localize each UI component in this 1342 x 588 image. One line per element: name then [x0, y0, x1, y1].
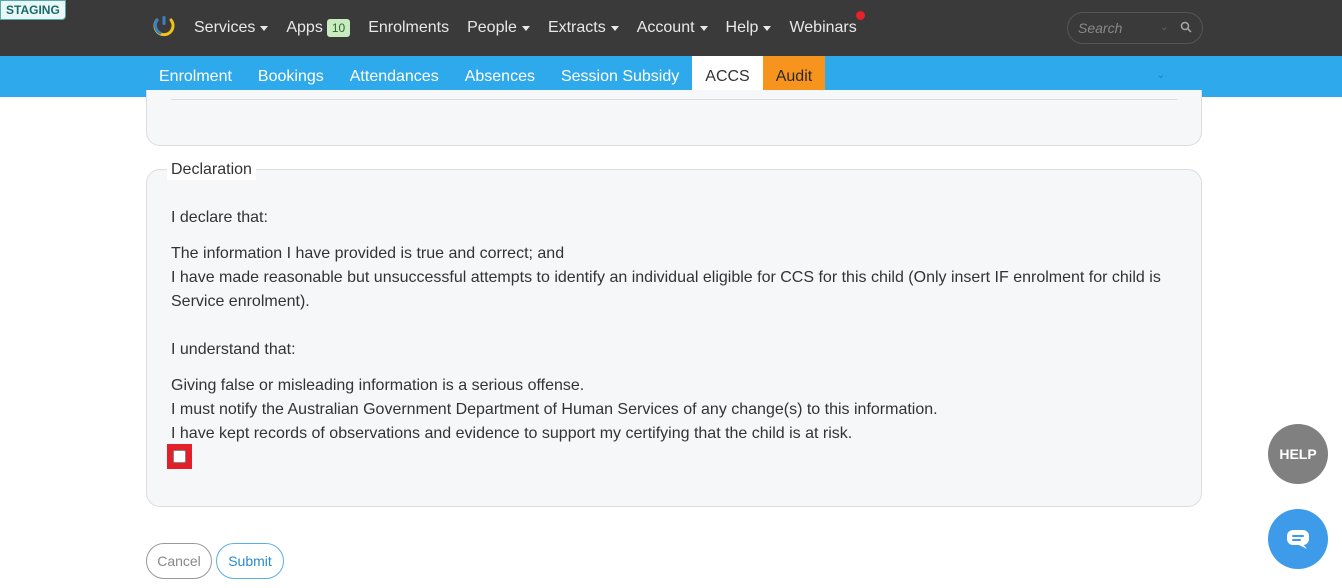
declaration-legend: Declaration [167, 160, 256, 180]
declaration-checkbox[interactable] [173, 450, 186, 463]
declare-line-2: I have made reasonable but unsuccessful … [171, 269, 1161, 310]
declare-heading: I declare that: [171, 209, 268, 226]
declaration-panel: Declaration I declare that: The informat… [146, 160, 1202, 507]
nav-extracts[interactable]: Extracts [548, 19, 619, 37]
chat-widget-button[interactable] [1268, 509, 1328, 569]
nav-extracts-label: Extracts [547, 19, 606, 36]
nav-services[interactable]: Services [194, 19, 269, 37]
search-box: ⌄ [1067, 12, 1203, 44]
nav-apps[interactable]: Apps 10 [286, 19, 351, 37]
declaration-checkbox-highlight[interactable] [167, 444, 192, 469]
nav-people[interactable]: People [467, 19, 530, 37]
main-menu: Services Apps 10 Enrolments People Extra… [194, 0, 875, 56]
staging-badge: STAGING [0, 0, 66, 20]
notification-dot-icon [856, 11, 865, 20]
understand-line-2: I must notify the Australian Government … [171, 401, 938, 418]
understand-heading: I understand that: [171, 341, 296, 358]
chevron-down-icon [260, 25, 269, 31]
search-icon[interactable] [1180, 21, 1192, 33]
nav-enrolments[interactable]: Enrolments [368, 19, 449, 37]
previous-section-panel [146, 90, 1202, 146]
top-navbar: STAGING Services Apps 10 Enrolments Peop… [0, 0, 1342, 56]
nav-account-label: Account [636, 19, 695, 36]
nav-services-label: Services [194, 19, 256, 36]
nav-webinars[interactable]: Webinars [789, 19, 856, 37]
app-logo-icon[interactable] [152, 14, 176, 38]
chevron-down-icon [763, 25, 772, 31]
search-input[interactable] [1078, 20, 1158, 36]
divider [171, 99, 1177, 100]
understand-line-1: Giving false or misleading information i… [171, 377, 585, 394]
nav-help-label: Help [725, 19, 759, 36]
declare-line-1: The information I have provided is true … [171, 245, 565, 262]
nav-people-label: People [467, 19, 517, 36]
nav-enrolments-label: Enrolments [368, 19, 450, 36]
chevron-down-icon: ⌄ [1160, 22, 1169, 33]
chat-bubble-icon [1287, 530, 1309, 549]
nav-help[interactable]: Help [726, 19, 772, 37]
chevron-down-icon [699, 25, 708, 31]
nav-apps-label: Apps [286, 19, 323, 36]
chevron-down-icon[interactable]: ⌄ [1156, 68, 1165, 81]
nav-webinars-label: Webinars [789, 19, 857, 36]
help-widget-button[interactable]: HELP [1268, 424, 1328, 484]
apps-count-badge: 10 [326, 19, 351, 37]
chevron-down-icon [610, 25, 619, 31]
chevron-down-icon [521, 25, 530, 31]
cancel-button[interactable]: Cancel [146, 543, 212, 579]
submit-button[interactable]: Submit [216, 543, 284, 579]
understand-line-3: I have kept records of observations and … [171, 425, 853, 442]
nav-account[interactable]: Account [637, 19, 708, 37]
